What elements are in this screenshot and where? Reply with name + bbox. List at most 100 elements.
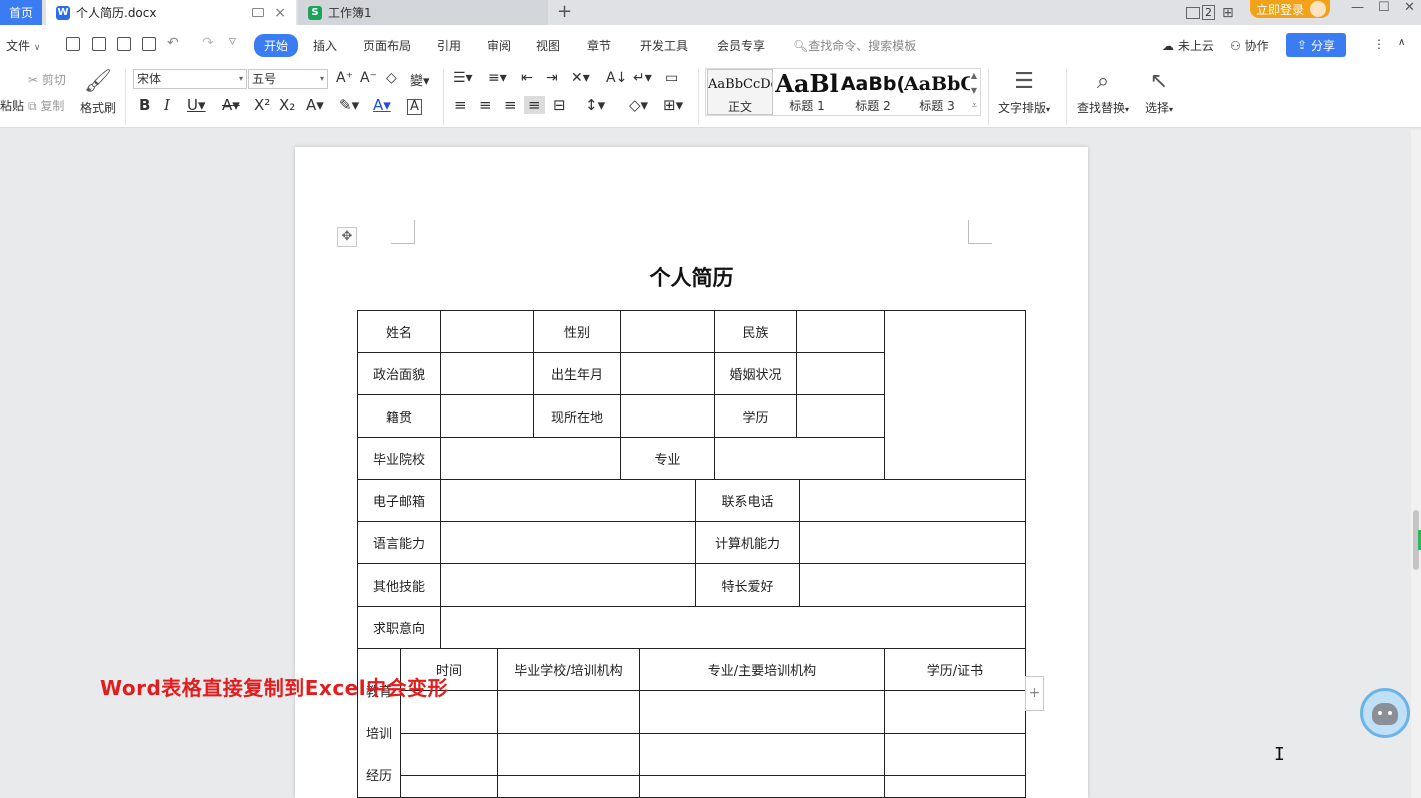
format-painter-button[interactable]: 🖌︎ 格式刷 bbox=[80, 69, 116, 116]
print-preview-icon[interactable] bbox=[142, 37, 156, 51]
quick-access-dropdown-icon[interactable]: ▽ bbox=[229, 37, 236, 47]
add-column-button[interactable]: + bbox=[1025, 676, 1044, 711]
monitor-icon[interactable] bbox=[252, 8, 264, 17]
show-marks-icon[interactable]: ↵▾ bbox=[633, 70, 652, 86]
cut-button[interactable]: ✂ 剪切 bbox=[28, 71, 66, 88]
save-icon[interactable] bbox=[66, 37, 80, 51]
value-cell[interactable] bbox=[799, 479, 1026, 522]
scroll-down-icon[interactable]: ▼ bbox=[971, 86, 977, 95]
photo-cell[interactable] bbox=[884, 310, 1026, 480]
cloud-status[interactable]: ☁ 未上云 bbox=[1162, 37, 1214, 54]
table-move-handle-icon[interactable]: ✥ bbox=[337, 227, 357, 247]
education-value-cell[interactable] bbox=[639, 733, 885, 776]
education-value-cell[interactable] bbox=[400, 775, 498, 798]
apps-grid-icon[interactable]: ⊞ bbox=[1222, 0, 1234, 25]
bullet-list-icon[interactable]: ☰▾ bbox=[453, 70, 473, 86]
assistant-widget[interactable] bbox=[1360, 688, 1410, 738]
shading-icon[interactable]: ◇▾ bbox=[629, 96, 648, 114]
education-value-cell[interactable] bbox=[884, 733, 1026, 776]
maximize-icon[interactable]: ☐ bbox=[1378, 0, 1390, 15]
education-value-cell[interactable] bbox=[639, 775, 885, 798]
close-window-icon[interactable]: ✕ bbox=[1404, 0, 1415, 15]
education-value-cell[interactable] bbox=[400, 733, 498, 776]
close-tab-icon[interactable]: × bbox=[274, 5, 286, 21]
value-cell[interactable] bbox=[620, 394, 715, 438]
tab-member[interactable]: 会员专享 bbox=[717, 37, 765, 54]
education-value-cell[interactable] bbox=[497, 733, 640, 776]
new-tab-button[interactable]: + bbox=[557, 1, 572, 22]
education-value-cell[interactable] bbox=[497, 775, 640, 798]
value-cell[interactable] bbox=[799, 521, 1026, 564]
more-styles-icon[interactable]: ⩡ bbox=[972, 101, 977, 111]
tab-insert[interactable]: 插入 bbox=[313, 37, 337, 54]
text-effect-icon[interactable]: A▾ bbox=[306, 96, 324, 114]
font-name-select[interactable]: 宋体▾ bbox=[133, 69, 247, 89]
file-menu[interactable]: 文件 ∨ bbox=[6, 37, 40, 54]
redo-icon[interactable]: ↷ bbox=[202, 35, 214, 51]
tab-references[interactable]: 引用 bbox=[437, 37, 461, 54]
tab-start[interactable]: 开始 bbox=[254, 34, 298, 57]
superscript-icon[interactable]: X² bbox=[254, 96, 270, 114]
tab-developer[interactable]: 开发工具 bbox=[640, 37, 688, 54]
value-cell[interactable] bbox=[440, 563, 696, 607]
value-cell[interactable] bbox=[440, 394, 534, 438]
subscript-icon[interactable]: X₂ bbox=[279, 96, 295, 114]
numbered-list-icon[interactable]: ≡▾ bbox=[488, 70, 507, 86]
style-heading-2[interactable]: AaBb( 标题 2 bbox=[840, 69, 906, 115]
value-cell[interactable] bbox=[440, 479, 696, 522]
increase-font-icon[interactable]: A⁺ bbox=[336, 70, 353, 86]
tab-home[interactable]: 首页 bbox=[0, 0, 42, 25]
tab-review[interactable]: 审阅 bbox=[487, 37, 511, 54]
tab-document[interactable]: W 个人简历.docx × bbox=[46, 0, 296, 25]
strikethrough-icon[interactable]: A▾ bbox=[222, 96, 240, 114]
distributed-align-icon[interactable]: ⊟ bbox=[553, 96, 566, 114]
minimize-icon[interactable]: — bbox=[1351, 0, 1364, 15]
highlight-icon[interactable]: ✎▾ bbox=[339, 96, 359, 114]
value-cell[interactable] bbox=[796, 310, 885, 353]
value-cell[interactable] bbox=[620, 310, 715, 353]
tab-chapter[interactable]: 章节 bbox=[587, 37, 611, 54]
style-heading-3[interactable]: AaBbC 标题 3 bbox=[904, 69, 970, 115]
export-pdf-icon[interactable] bbox=[92, 37, 106, 51]
scroll-up-icon[interactable]: ▲ bbox=[971, 71, 977, 80]
align-center-icon[interactable]: ≡ bbox=[479, 96, 492, 114]
value-cell[interactable] bbox=[440, 521, 696, 564]
value-cell[interactable] bbox=[796, 394, 885, 438]
line-spacing-icon[interactable]: ↕▾ bbox=[585, 96, 605, 114]
tab-view[interactable]: 视图 bbox=[536, 37, 560, 54]
value-cell[interactable] bbox=[440, 352, 534, 395]
align-right-icon[interactable]: ≡ bbox=[504, 96, 517, 114]
print-icon[interactable] bbox=[117, 37, 131, 51]
decrease-indent-icon[interactable]: ⇤ bbox=[521, 70, 533, 86]
style-normal[interactable]: AaBbCcDd 正文 bbox=[707, 69, 773, 115]
collapse-ribbon-icon[interactable]: ∧ bbox=[1398, 37, 1405, 48]
more-options-icon[interactable]: ⋮ bbox=[1373, 37, 1385, 51]
value-cell[interactable] bbox=[796, 352, 885, 395]
value-cell[interactable] bbox=[440, 606, 1026, 649]
underline-icon[interactable]: U▾ bbox=[187, 96, 206, 114]
education-value-cell[interactable] bbox=[884, 775, 1026, 798]
page-count-indicator[interactable]: 2 bbox=[1186, 0, 1215, 25]
command-search[interactable]: 🔍︎查找命令、搜索模板 bbox=[793, 37, 916, 54]
value-cell[interactable] bbox=[799, 563, 1026, 607]
collaborate-button[interactable]: ⚇ 协作 bbox=[1230, 37, 1269, 54]
education-value-cell[interactable] bbox=[884, 690, 1026, 734]
font-size-select[interactable]: 五号▾ bbox=[248, 69, 328, 89]
paste-button[interactable]: 粘贴 bbox=[0, 97, 24, 114]
align-left-icon[interactable]: ≡ bbox=[454, 96, 467, 114]
tab-page-layout[interactable]: 页面布局 bbox=[363, 37, 411, 54]
style-heading-1[interactable]: AaBl 标题 1 bbox=[774, 69, 840, 115]
value-cell[interactable] bbox=[440, 310, 534, 353]
share-button[interactable]: ⇪分享 bbox=[1286, 33, 1346, 57]
clear-format-icon[interactable]: ◇ bbox=[386, 70, 397, 86]
phonetic-guide-icon[interactable]: 變▾ bbox=[410, 70, 430, 89]
value-cell[interactable] bbox=[620, 352, 715, 395]
text-layout-button[interactable]: ☰ 文字排版▾ bbox=[998, 69, 1050, 116]
vertical-scrollbar[interactable] bbox=[1411, 130, 1421, 798]
increase-indent-icon[interactable]: ⇥ bbox=[546, 70, 558, 86]
justify-icon[interactable]: ≡ bbox=[524, 96, 545, 114]
borders-icon[interactable]: ⊞▾ bbox=[663, 96, 683, 114]
education-value-cell[interactable] bbox=[639, 690, 885, 734]
find-replace-button[interactable]: ⌕ 查找替换▾ bbox=[1077, 69, 1129, 116]
italic-icon[interactable]: I bbox=[164, 96, 170, 114]
